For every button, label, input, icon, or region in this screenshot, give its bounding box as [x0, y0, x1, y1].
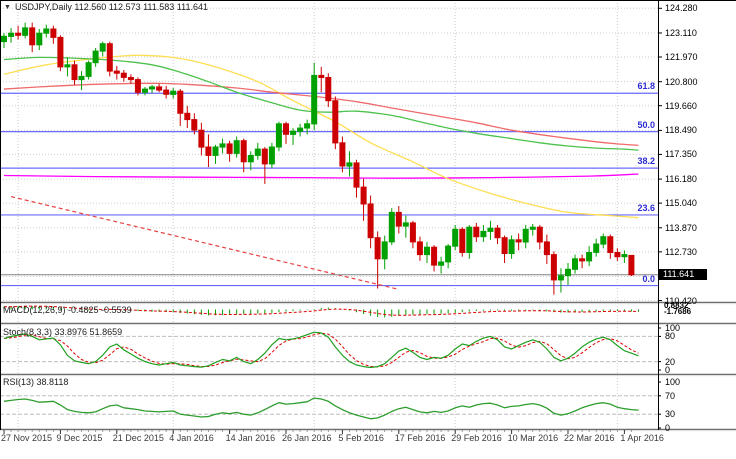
mt4-chart-window: ▼ USDJPY,Daily 112.560 112.573 111.583 1…	[0, 0, 736, 459]
date-axis-label: 21 Dec 2015	[112, 433, 164, 443]
rsi-indicator-label: RSI(13) 38.8118	[3, 377, 69, 387]
date-axis-label: 14 Jan 2016	[225, 433, 276, 443]
price-axis-label: 117.350	[665, 149, 697, 160]
fib-level-label: 61.8	[637, 81, 655, 92]
fib-level-label: 50.0	[637, 119, 655, 130]
rsi-axis-label: 30	[665, 409, 676, 420]
price-axis-label: 112.730	[665, 246, 697, 257]
fib-level-label: 38.2	[637, 156, 655, 167]
fib-level-label: 23.6	[637, 202, 655, 213]
symbol-dropdown-icon[interactable]: ▼	[4, 3, 11, 13]
macd-indicator-label: MACD(12,26,9) -0.4825 -0.5539	[3, 305, 132, 315]
date-axis-label: 17 Feb 2016	[394, 433, 446, 443]
stoch-axis-label: 0	[665, 365, 671, 375]
chart-canvas[interactable]	[0, 0, 736, 459]
date-axis-label: 10 Mar 2016	[507, 433, 559, 443]
date-axis-label: 26 Jan 2016	[282, 433, 332, 443]
date-axis-label: 22 Mar 2016	[564, 433, 615, 443]
rsi-axis-label: 100	[665, 377, 681, 387]
fib-level-label: 0.0	[642, 273, 655, 284]
price-axis-label: 123.110	[665, 27, 697, 38]
date-axis-label: 9 Dec 2015	[56, 433, 103, 443]
date-axis-label: 5 Feb 2016	[338, 433, 384, 443]
price-axis-label: 115.040	[665, 198, 697, 209]
stoch-indicator-label: Stoch(8,3,3) 33.8976 51.8659	[3, 327, 123, 337]
current-price-tag: 111.641	[659, 269, 707, 281]
price-axis-label: 124.280	[665, 3, 698, 14]
stoch-axis-label: 80	[665, 331, 676, 342]
date-axis-label: 4 Jan 2016	[169, 433, 214, 443]
date-axis-label: 27 Nov 2015	[1, 433, 53, 443]
price-axis-label: 121.970	[665, 52, 698, 62]
price-axis-label: 119.660	[665, 100, 697, 111]
date-axis-label: 1 Apr 2016	[620, 433, 664, 443]
price-axis-label: 116.180	[665, 174, 697, 185]
date-axis-label: 29 Feb 2016	[451, 433, 502, 443]
macd-axis-label: -1.7686	[664, 307, 692, 316]
rsi-axis-label: 0	[665, 423, 671, 433]
price-axis-label: 118.490	[665, 125, 697, 136]
chart-title-ohlc: USDJPY,Daily 112.560 112.573 111.583 111…	[15, 2, 208, 12]
price-axis-label: 120.800	[665, 76, 698, 87]
price-axis-label: 113.870	[665, 222, 697, 233]
rsi-axis-label: 70	[665, 390, 676, 401]
